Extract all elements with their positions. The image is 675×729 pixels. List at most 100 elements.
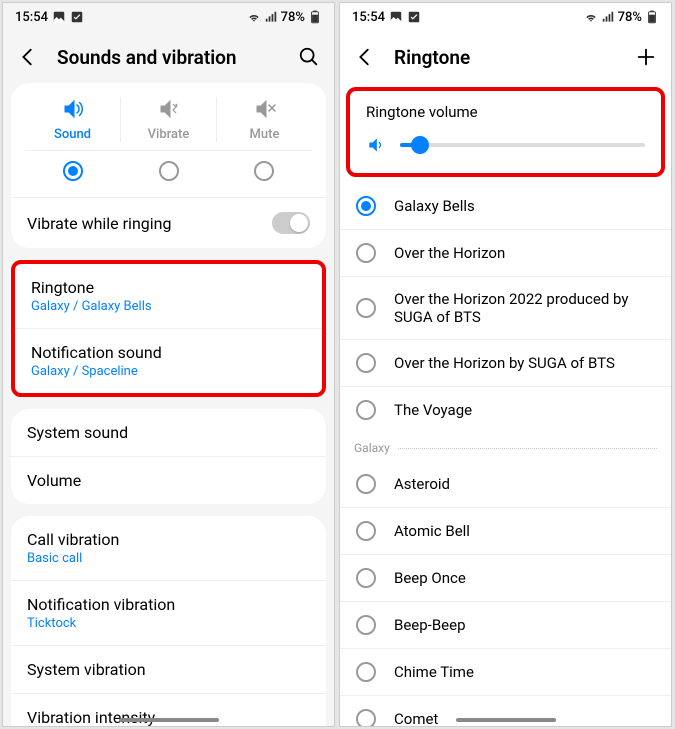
ringtone-radio[interactable] xyxy=(356,400,376,420)
volume-label: Ringtone volume xyxy=(366,103,645,121)
ringtone-item[interactable]: Over the Horizon 2022 produced by SUGA o… xyxy=(340,277,671,340)
ringtone-item[interactable]: The Voyage xyxy=(340,387,671,433)
ringtone-label: Chime Time xyxy=(394,663,655,681)
search-icon[interactable] xyxy=(298,46,320,68)
row-label: System sound xyxy=(27,423,128,442)
ringtone-label: Beep Once xyxy=(394,569,655,587)
notification-sound-row[interactable]: Notification sound Galaxy / Spaceline xyxy=(15,328,322,393)
add-icon[interactable] xyxy=(635,46,657,68)
status-bar: 15:54 78% xyxy=(340,3,671,31)
ringtone-item[interactable]: Atomic Bell xyxy=(340,508,671,555)
row-sub: Ticktock xyxy=(27,616,175,631)
page-title: Sounds and vibration xyxy=(57,46,280,69)
mode-radio-mute[interactable] xyxy=(254,161,274,181)
wifi-icon xyxy=(584,10,598,24)
image-icon xyxy=(389,10,403,24)
ringtone-item[interactable]: Asteroid xyxy=(340,461,671,508)
ringtone-item[interactable]: Chime Time xyxy=(340,649,671,696)
mode-label: Mute xyxy=(250,127,280,142)
ringtone-label: Over the Horizon by SUGA of BTS xyxy=(394,354,655,372)
sound-icon xyxy=(61,97,85,121)
ringtone-list-galaxy: Asteroid Atomic Bell Beep Once Beep-Beep Chi… xyxy=(340,461,671,726)
ringtone-item[interactable]: Over the Horizon by SUGA of BTS xyxy=(340,340,671,387)
call-vibration-row[interactable]: Call vibration Basic call xyxy=(11,516,326,580)
section-galaxy: Galaxy xyxy=(340,433,671,461)
system-vibration-row[interactable]: System vibration xyxy=(11,645,326,693)
system-volume-card: System sound Volume xyxy=(11,409,326,504)
wifi-icon xyxy=(247,10,261,24)
home-indicator[interactable] xyxy=(456,718,556,722)
ringtone-label: Asteroid xyxy=(394,475,655,493)
row-sub: Galaxy / Spaceline xyxy=(31,364,162,379)
ringtone-item[interactable]: Galaxy Bells xyxy=(340,183,671,230)
ringtone-item[interactable]: Beep Once xyxy=(340,555,671,602)
ringtone-radio[interactable] xyxy=(356,521,376,541)
row-sub: Basic call xyxy=(27,551,119,566)
mode-vibrate[interactable]: Vibrate xyxy=(120,97,216,142)
status-time: 15:54 xyxy=(352,10,385,25)
row-label: Vibration intensity xyxy=(27,708,155,726)
volume-slider[interactable] xyxy=(400,143,645,147)
mode-radio-sound[interactable] xyxy=(63,161,83,181)
mute-icon xyxy=(253,97,277,121)
content-scroll[interactable]: Sound Vibrate Mute Vibrate while ringing xyxy=(3,83,334,726)
ringtone-list: Galaxy Bells Over the Horizon Over the Hor… xyxy=(340,183,671,433)
status-battery: 78% xyxy=(281,10,305,25)
ringtone-item[interactable]: Over the Horizon xyxy=(340,230,671,277)
back-icon[interactable] xyxy=(354,46,376,68)
ringtone-radio[interactable] xyxy=(356,474,376,494)
signal-icon xyxy=(264,10,278,24)
row-label: System vibration xyxy=(27,660,146,679)
row-label: Call vibration xyxy=(27,530,119,549)
sound-mode-card: Sound Vibrate Mute Vibrate while ringing xyxy=(11,83,326,248)
header: Ringtone xyxy=(340,31,671,83)
ringtone-radio[interactable] xyxy=(356,615,376,635)
page-title: Ringtone xyxy=(394,46,617,69)
volume-row[interactable]: Volume xyxy=(11,456,326,504)
mode-radio-vibrate[interactable] xyxy=(159,161,179,181)
vibrate-while-ringing-row[interactable]: Vibrate while ringing xyxy=(11,197,326,248)
row-label: Notification sound xyxy=(31,343,162,362)
volume-icon xyxy=(366,135,386,155)
ringtone-notification-card: Ringtone Galaxy / Galaxy Bells Notificat… xyxy=(11,260,326,397)
back-icon[interactable] xyxy=(17,46,39,68)
ringtone-item[interactable]: Beep-Beep xyxy=(340,602,671,649)
mode-sound[interactable]: Sound xyxy=(25,97,120,142)
row-sub: Galaxy / Galaxy Bells xyxy=(31,299,152,314)
ringtone-radio[interactable] xyxy=(356,196,376,216)
status-bar: 15:54 78% xyxy=(3,3,334,31)
ringtone-radio[interactable] xyxy=(356,298,376,318)
ringtone-label: Over the Horizon xyxy=(394,244,655,262)
mode-label: Sound xyxy=(54,127,91,142)
ringtone-label: Galaxy Bells xyxy=(394,197,655,215)
row-label: Notification vibration xyxy=(27,595,175,614)
vibrate-icon xyxy=(157,97,181,121)
battery-icon xyxy=(645,10,659,24)
ringtone-radio[interactable] xyxy=(356,243,376,263)
system-sound-row[interactable]: System sound xyxy=(11,409,326,456)
ringtone-label: Beep-Beep xyxy=(394,616,655,634)
content-scroll[interactable]: Ringtone volume Galaxy Bells Over the Hor… xyxy=(340,83,671,726)
ringtone-label: The Voyage xyxy=(394,401,655,419)
mode-label: Vibrate xyxy=(148,127,190,142)
check-icon xyxy=(70,10,84,24)
ringtone-radio[interactable] xyxy=(356,353,376,373)
row-label: Ringtone xyxy=(31,278,152,297)
header: Sounds and vibration xyxy=(3,31,334,83)
notification-vibration-row[interactable]: Notification vibration Ticktock xyxy=(11,580,326,645)
phone-sounds-vibration: 15:54 78% Sounds and vibration Sound xyxy=(2,2,335,727)
mode-mute[interactable]: Mute xyxy=(216,97,312,142)
check-icon xyxy=(407,10,421,24)
home-indicator[interactable] xyxy=(119,718,219,722)
volume-slider-card: Ringtone volume xyxy=(346,87,665,177)
battery-icon xyxy=(308,10,322,24)
signal-icon xyxy=(601,10,615,24)
vibrate-ringing-toggle[interactable] xyxy=(272,212,310,234)
ringtone-row[interactable]: Ringtone Galaxy / Galaxy Bells xyxy=(15,264,322,328)
ringtone-radio[interactable] xyxy=(356,568,376,588)
status-battery: 78% xyxy=(618,10,642,25)
ringtone-radio[interactable] xyxy=(356,709,376,726)
status-time: 15:54 xyxy=(15,10,48,25)
vibration-card: Call vibration Basic call Notification v… xyxy=(11,516,326,726)
ringtone-radio[interactable] xyxy=(356,662,376,682)
